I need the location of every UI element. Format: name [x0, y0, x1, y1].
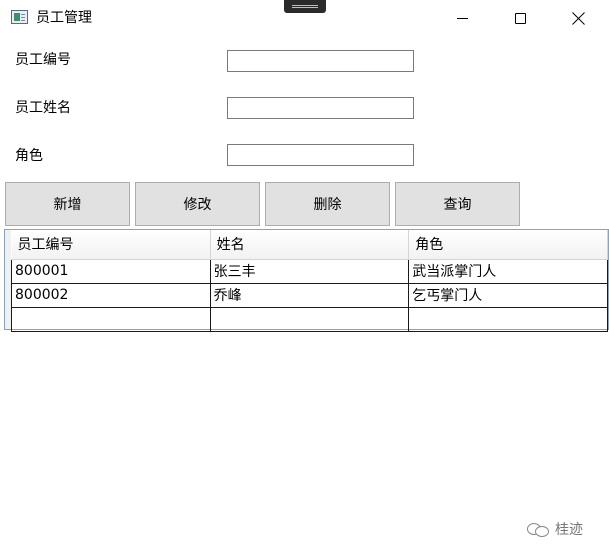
table-row[interactable]: 800001 张三丰 武当派掌门人: [11, 258, 608, 284]
maximize-button[interactable]: [491, 0, 549, 36]
maximize-icon: [514, 12, 526, 24]
app-window-icon: [11, 10, 28, 24]
employee-id-label: 员工编号: [15, 52, 71, 68]
table-row[interactable]: 800002 乔峰 乞丐掌门人: [11, 282, 608, 308]
table-cell[interactable]: 张三丰: [209, 258, 410, 284]
employee-name-label: 员工姓名: [15, 100, 71, 116]
table-cell[interactable]: 乞丐掌门人: [408, 282, 608, 308]
role-label: 角色: [15, 148, 43, 164]
minimize-icon: [456, 17, 468, 19]
table-cell[interactable]: 800002: [11, 282, 211, 308]
employee-name-input[interactable]: [227, 97, 414, 119]
table-header-row: 员工编号 姓名 角色: [11, 230, 608, 260]
column-header-employee-id[interactable]: 员工编号: [11, 230, 211, 260]
snap-layout-handle[interactable]: [284, 0, 326, 13]
edit-button[interactable]: 修改: [135, 182, 260, 226]
employee-id-input[interactable]: [227, 50, 414, 72]
close-button[interactable]: [549, 0, 607, 36]
table-cell[interactable]: 800001: [11, 258, 211, 284]
wechat-icon: [527, 522, 549, 537]
query-button[interactable]: 查询: [395, 182, 520, 226]
minimize-button[interactable]: [433, 0, 491, 36]
delete-button[interactable]: 删除: [265, 182, 390, 226]
watermark: 桂迹: [527, 519, 583, 539]
table-cell[interactable]: 武当派掌门人: [408, 258, 608, 284]
employee-table: 员工编号 姓名 角色 800001 张三丰 武当派掌门人 800002 乔峰 乞…: [11, 230, 608, 332]
watermark-text: 桂迹: [555, 522, 583, 538]
window-title: 员工管理: [36, 10, 92, 26]
table-cell[interactable]: [408, 306, 608, 332]
title-bar[interactable]: 员工管理: [0, 0, 609, 36]
role-input[interactable]: [227, 144, 414, 166]
column-header-name[interactable]: 姓名: [210, 230, 410, 260]
table-cell[interactable]: 乔峰: [209, 282, 410, 308]
table-new-row[interactable]: [11, 306, 608, 332]
add-button[interactable]: 新增: [5, 182, 130, 226]
close-icon: [572, 12, 585, 25]
employee-management-window: 员工管理 员工编号 员工姓名 角色 新增 修改 删除 查询 员工编号 姓名 角色…: [0, 0, 609, 554]
employee-data-grid[interactable]: 员工编号 姓名 角色 800001 张三丰 武当派掌门人 800002 乔峰 乞…: [4, 229, 609, 332]
table-cell[interactable]: [209, 306, 410, 332]
column-header-role[interactable]: 角色: [408, 230, 608, 260]
table-cell[interactable]: [11, 306, 211, 332]
